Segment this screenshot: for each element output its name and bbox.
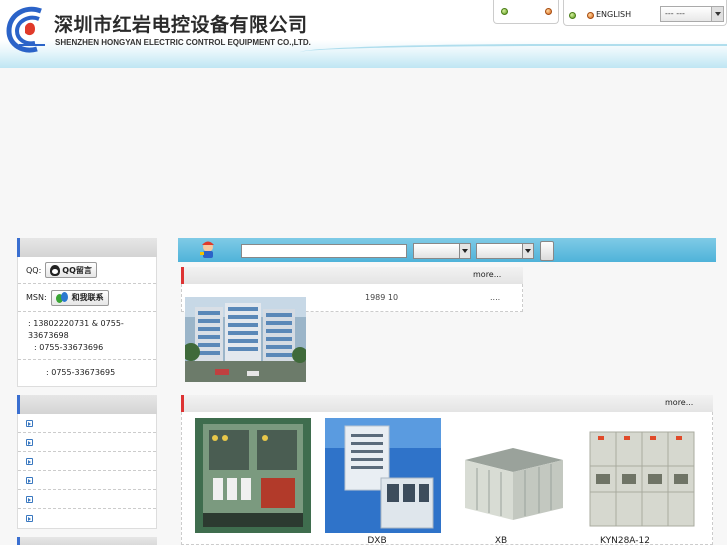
product-caption-dxb[interactable]: DXB [319,536,435,545]
products-header: more... [181,395,713,412]
about-ellipsis: .... [490,293,501,302]
arrow-bullet-icon [26,495,33,503]
qq-penguin-icon [50,264,61,276]
product-image-low-voltage-cabinet[interactable] [195,418,311,533]
search-type-select[interactable] [476,243,534,259]
search-bar [178,238,716,262]
language-select[interactable]: --- --- [660,6,724,22]
company-name-en: SHENZHEN HONGYAN ELECTRIC CONTROL EQUIPM… [55,38,311,47]
simplified-chinese-flag-icon[interactable] [501,8,508,15]
chevron-down-icon [711,7,723,21]
qq-message-button[interactable]: QQ留言 [45,262,97,278]
category-item[interactable] [18,509,156,528]
msn-button-label: 和我联系 [71,293,104,302]
traditional-chinese-flag-icon[interactable] [545,8,552,15]
product-image-xb[interactable] [455,418,571,533]
contact-panel: QQ: QQ留言 MSN: 和我联系 : 13802220731 & 0755-… [17,257,157,387]
chevron-down-icon [459,244,470,258]
msn-buddy-icon [55,291,70,304]
search-category-select[interactable] [413,243,471,259]
fax-row: : 0755-33673695 [18,360,156,386]
language-select-value: --- --- [665,9,685,18]
search-input[interactable] [241,244,407,258]
english-link[interactable]: ENGLISH [596,10,631,19]
product-category-header [17,395,157,414]
arrow-bullet-icon [26,457,33,465]
msn-contact-button[interactable]: 和我联系 [50,289,109,306]
left-sidebar: QQ: QQ留言 MSN: 和我联系 : 13802220731 & 0755-… [17,238,157,545]
page: 深圳市红岩电控设备有限公司 SHENZHEN HONGYAN ELECTRIC … [0,0,727,545]
company-building-photo [185,297,306,382]
product-caption-kyn28a-12[interactable]: KYN28A-12 [567,536,683,545]
phone-row: : 13802220731 & 0755-33673698 : 0755-336… [18,312,156,360]
about-text: 1989 10 [365,293,399,302]
chevron-down-icon [522,244,533,258]
category-item[interactable] [18,490,156,509]
about-header: more... [181,267,523,284]
arrow-bullet-icon [26,438,33,446]
product-image-dxb[interactable] [325,418,441,533]
mobile-number: : 13802220731 & 0755-33673698 [28,319,124,340]
category-item[interactable] [18,433,156,452]
category-item[interactable] [18,414,156,433]
contact-panel-header [17,238,157,257]
msn-label: MSN: [26,293,47,302]
header-wave-line [300,44,727,58]
arrow-bullet-icon [26,419,33,427]
lang-switcher-cn [493,0,559,24]
arrow-bullet-icon [26,515,33,522]
fax-number: : 0755-33673695 [46,368,116,377]
company-name-cn: 深圳市红岩电控设备有限公司 [54,14,308,36]
tel-number: : 0755-33673696 [34,343,104,352]
category-item[interactable] [18,452,156,471]
arrow-bullet-icon [26,476,33,484]
sidebar-section-header [17,537,157,545]
english-flag-icon[interactable] [587,12,594,19]
product-caption-xb[interactable]: XB [443,536,559,545]
product-category-list [17,414,157,529]
qq-button-label: QQ留言 [62,265,92,275]
mascot-icon [200,241,214,258]
about-more-link[interactable]: more... [473,270,501,279]
lang-switcher-en: ENGLISH --- --- [563,0,727,26]
company-logo-icon[interactable] [5,5,49,55]
search-button[interactable] [540,241,554,261]
qq-label: QQ: [26,265,42,275]
category-item[interactable] [18,471,156,490]
product-image-kyn28a-12[interactable] [584,418,700,533]
qq-row: QQ: QQ留言 [18,257,156,284]
products-more-link[interactable]: more... [665,398,693,407]
msn-row: MSN: 和我联系 [18,284,156,312]
green-flag-icon[interactable] [569,12,576,19]
